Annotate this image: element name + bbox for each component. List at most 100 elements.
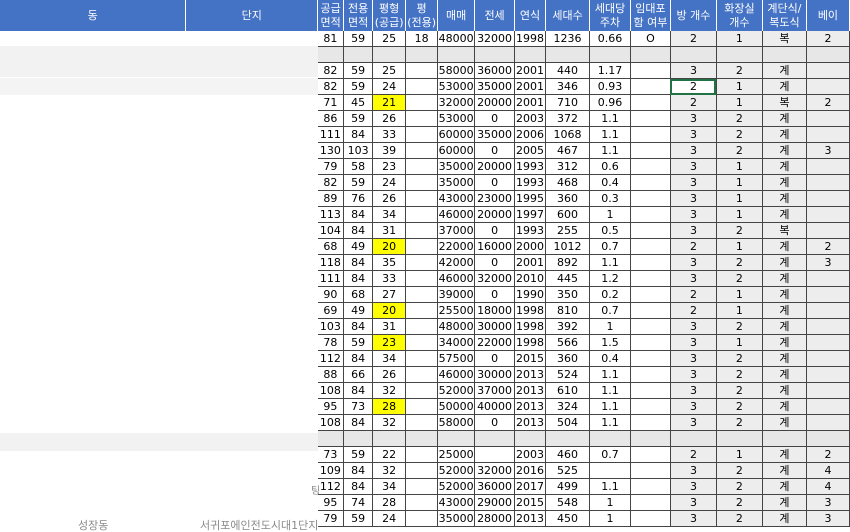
bathrooms-cell[interactable]: 1 [716,158,763,175]
households-cell[interactable]: 360 [545,190,591,207]
rooms-cell[interactable]: 3 [670,270,717,287]
parking-ratio-cell[interactable]: 0.7 [589,446,631,463]
parking-ratio-cell[interactable] [589,462,631,479]
sale-price-cell[interactable]: 48000 [437,318,476,335]
rental-flag-cell[interactable] [630,254,671,271]
jeonse-price-cell[interactable]: 0 [474,110,516,127]
households-cell[interactable]: 499 [545,478,591,495]
households-cell[interactable]: 450 [545,510,591,527]
pyeong-supply-cell[interactable]: 32 [372,414,407,431]
pyeong-exclusive-cell[interactable] [405,446,439,463]
bathrooms-cell[interactable]: 2 [716,254,763,271]
header-bathrooms[interactable]: 화장실 개수 [716,0,763,31]
pyeong-exclusive-cell[interactable] [405,94,439,111]
built-year-cell[interactable] [514,46,547,63]
pyeong-exclusive-cell[interactable] [405,206,439,223]
bathrooms-cell[interactable]: 1 [716,190,763,207]
built-year-cell[interactable]: 2003 [514,446,547,463]
pyeong-supply-cell[interactable]: 27 [372,286,407,303]
header-sale[interactable]: 매매 [437,0,476,31]
parking-ratio-cell[interactable]: 1.1 [589,126,631,143]
sale-price-cell[interactable]: 35000 [437,158,476,175]
sale-price-cell[interactable]: 32000 [437,94,476,111]
households-cell[interactable]: 566 [545,334,591,351]
exclusive-area-cell[interactable]: 84 [343,318,374,335]
supply-area-cell[interactable]: 95 [317,494,345,511]
households-cell[interactable]: 460 [545,446,591,463]
households-cell[interactable]: 710 [545,94,591,111]
supply-area-cell[interactable]: 79 [317,510,345,527]
rooms-cell[interactable]: 3 [670,190,717,207]
bathrooms-cell[interactable]: 2 [716,462,763,479]
households-cell[interactable]: 524 [545,366,591,383]
rental-flag-cell[interactable] [630,222,671,239]
header-exclusive-area[interactable]: 전용 면적 [343,0,374,31]
rooms-cell[interactable]: 2 [670,94,717,111]
rental-flag-cell[interactable] [630,334,671,351]
rooms-cell[interactable]: 3 [670,158,717,175]
bay-cell[interactable]: 3 [806,510,850,527]
built-year-cell[interactable]: 2013 [514,510,547,527]
households-cell[interactable] [545,46,591,63]
pyeong-exclusive-cell[interactable] [405,78,439,95]
sale-price-cell[interactable]: 57500 [437,350,476,367]
bathrooms-cell[interactable]: 2 [716,414,763,431]
exclusive-area-cell[interactable]: 45 [343,94,374,111]
rental-flag-cell[interactable] [630,382,671,399]
rental-flag-cell[interactable] [630,206,671,223]
stair-type-cell[interactable]: 복 [762,31,807,47]
sale-price-cell[interactable]: 37000 [437,222,476,239]
rooms-cell[interactable]: 3 [670,62,717,79]
bay-cell[interactable]: 2 [806,446,850,463]
built-year-cell[interactable]: 1995 [514,190,547,207]
supply-area-cell[interactable]: 95 [317,398,345,415]
pyeong-exclusive-cell[interactable] [405,174,439,191]
bathrooms-cell[interactable]: 2 [716,510,763,527]
parking-ratio-cell[interactable]: 1.1 [589,142,631,159]
rooms-cell[interactable]: 3 [670,462,717,479]
pyeong-exclusive-cell[interactable] [405,222,439,239]
exclusive-area-cell[interactable]: 59 [343,78,374,95]
parking-ratio-cell[interactable]: 1 [589,494,631,511]
rental-flag-cell[interactable] [630,414,671,431]
jeonse-price-cell[interactable]: 22000 [474,334,516,351]
bathrooms-cell[interactable]: 2 [716,494,763,511]
pyeong-exclusive-cell[interactable] [405,510,439,527]
bay-cell[interactable] [806,398,850,415]
jeonse-price-cell[interactable]: 36000 [474,62,516,79]
households-cell[interactable]: 600 [545,206,591,223]
pyeong-exclusive-cell[interactable] [405,398,439,415]
pyeong-exclusive-cell[interactable] [405,366,439,383]
pyeong-exclusive-cell[interactable] [405,142,439,159]
rental-flag-cell[interactable] [630,78,671,95]
stair-type-cell[interactable]: 복 [762,222,807,239]
pyeong-exclusive-cell[interactable] [405,334,439,351]
pyeong-exclusive-cell[interactable] [405,286,439,303]
bathrooms-cell[interactable]: 1 [716,94,763,111]
rooms-cell[interactable]: 3 [670,334,717,351]
exclusive-area-cell[interactable]: 59 [343,62,374,79]
header-danji[interactable]: 단지 [185,0,319,31]
rooms-cell[interactable]: 3 [670,366,717,383]
pyeong-supply-cell[interactable]: 26 [372,366,407,383]
jeonse-price-cell[interactable]: 28000 [474,510,516,527]
stair-type-cell[interactable]: 계 [762,206,807,223]
rental-flag-cell[interactable] [630,94,671,111]
supply-area-cell[interactable]: 88 [317,366,345,383]
built-year-cell[interactable]: 2013 [514,382,547,399]
stair-type-cell[interactable]: 계 [762,334,807,351]
rental-flag-cell[interactable] [630,62,671,79]
households-cell[interactable]: 1012 [545,238,591,255]
households-cell[interactable]: 810 [545,302,591,319]
households-cell[interactable]: 504 [545,414,591,431]
pyeong-supply-cell[interactable]: 31 [372,222,407,239]
parking-ratio-cell[interactable]: 0.7 [589,302,631,319]
rental-flag-cell[interactable] [630,126,671,143]
built-year-cell[interactable]: 2001 [514,78,547,95]
rooms-cell[interactable]: 3 [670,350,717,367]
built-year-cell[interactable]: 2000 [514,238,547,255]
supply-area-cell[interactable]: 108 [317,414,345,431]
bathrooms-cell[interactable]: 1 [716,286,763,303]
supply-area-cell[interactable]: 109 [317,462,345,479]
bay-cell[interactable] [806,46,850,63]
